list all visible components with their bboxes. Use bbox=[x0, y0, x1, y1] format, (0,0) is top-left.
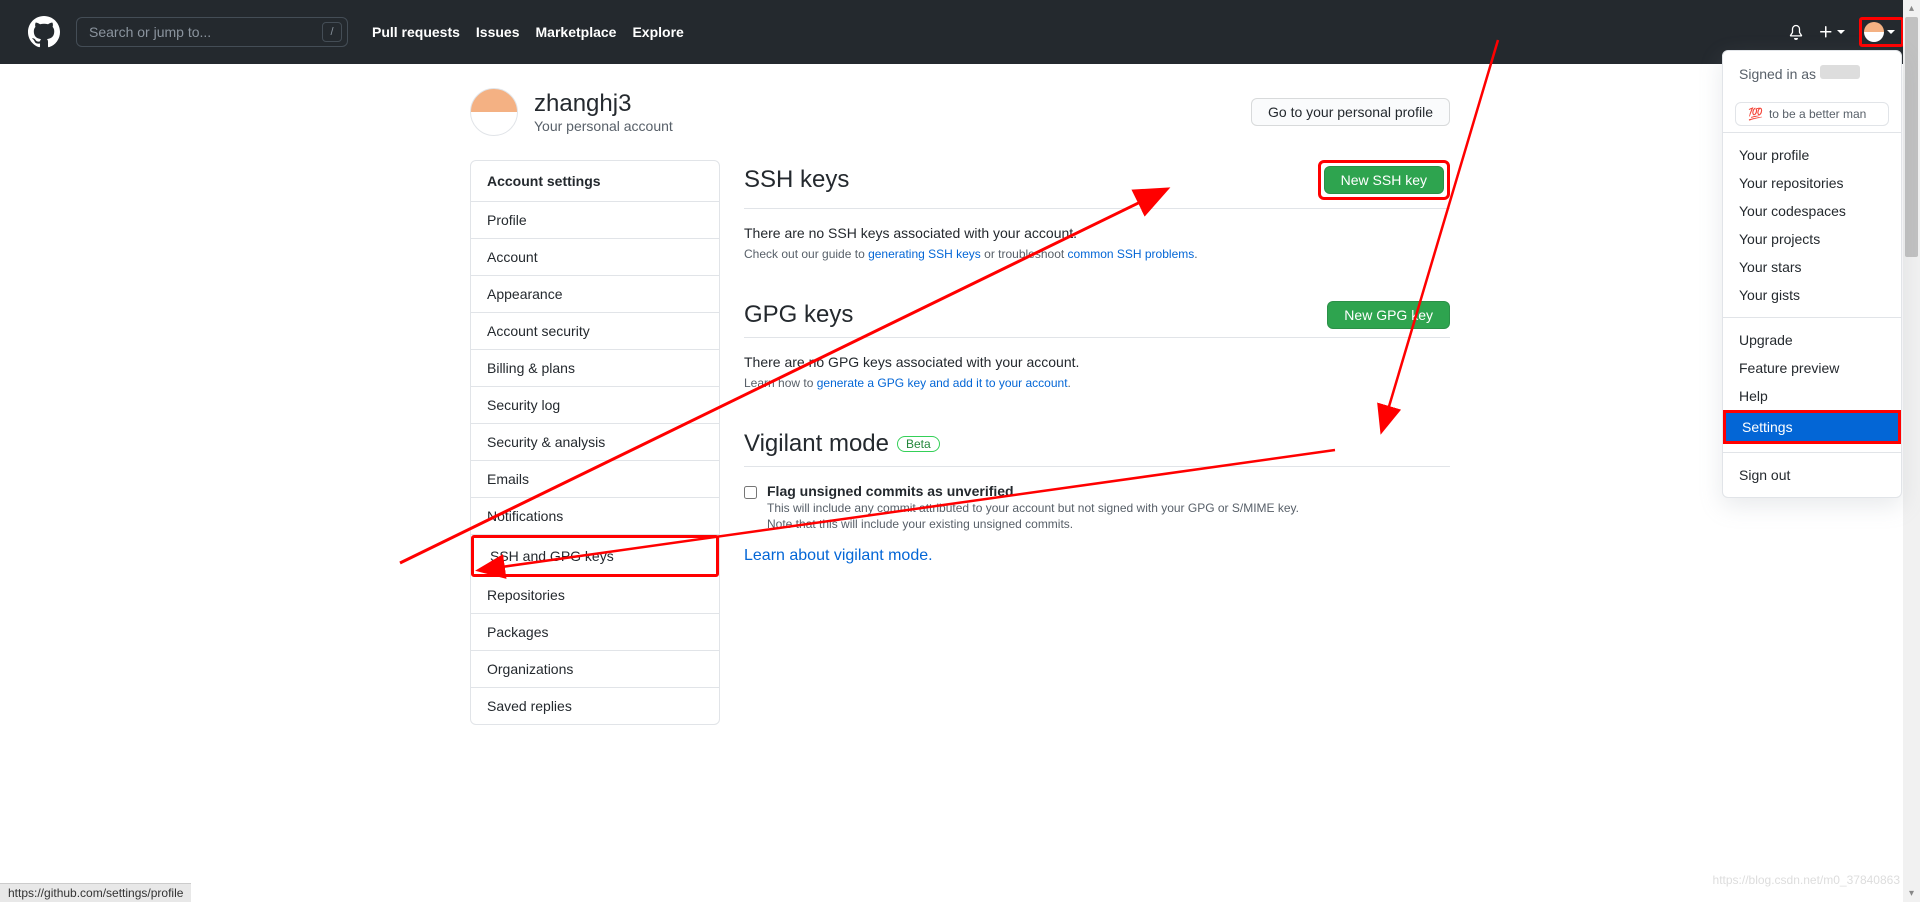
nav-explore[interactable]: Explore bbox=[632, 24, 683, 40]
ssh-guide-text: Check out our guide to generating SSH ke… bbox=[744, 247, 1450, 261]
dropdown-help[interactable]: Help bbox=[1723, 382, 1901, 410]
nav-marketplace[interactable]: Marketplace bbox=[536, 24, 617, 40]
nav-issues[interactable]: Issues bbox=[476, 24, 520, 40]
dropdown-section-c: Sign out bbox=[1723, 453, 1901, 497]
dropdown-your-codespaces[interactable]: Your codespaces bbox=[1723, 197, 1901, 225]
sidebar-item-ssh-and-gpg-keys[interactable]: SSH and GPG keys bbox=[471, 535, 719, 577]
avatar-large bbox=[470, 88, 518, 136]
github-logo-icon[interactable] bbox=[28, 16, 60, 48]
dropdown-settings[interactable]: Settings bbox=[1723, 410, 1901, 444]
user-status[interactable]: 💯 to be a better man bbox=[1735, 102, 1889, 126]
generating-ssh-keys-link[interactable]: generating SSH keys bbox=[868, 247, 981, 261]
dropdown-feature-preview[interactable]: Feature preview bbox=[1723, 354, 1901, 382]
watermark: https://blog.csdn.net/m0_37840863 bbox=[1713, 873, 1900, 887]
vigilant-mode-section: Vigilant mode Beta Flag unsigned commits… bbox=[744, 430, 1450, 565]
username-heading: zhanghj3 bbox=[534, 90, 673, 118]
gpg-title: GPG keys bbox=[744, 301, 853, 329]
dropdown-your-gists[interactable]: Your gists bbox=[1723, 281, 1901, 309]
ssh-empty-text: There are no SSH keys associated with yo… bbox=[744, 225, 1450, 241]
ssh-keys-section: SSH keys New SSH key There are no SSH ke… bbox=[744, 160, 1450, 261]
sidebar-item-security-log[interactable]: Security log bbox=[471, 387, 719, 424]
gpg-empty-text: There are no GPG keys associated with yo… bbox=[744, 354, 1450, 370]
main-content: SSH keys New SSH key There are no SSH ke… bbox=[744, 160, 1450, 605]
beta-badge: Beta bbox=[897, 436, 940, 452]
flag-unsigned-label: Flag unsigned commits as unverified bbox=[767, 483, 1299, 499]
caret-down-icon bbox=[1887, 30, 1895, 34]
settings-sidebar: Account settings ProfileAccountAppearanc… bbox=[470, 160, 720, 725]
avatar-icon bbox=[1864, 22, 1884, 42]
search-input[interactable] bbox=[76, 17, 348, 47]
user-menu-button[interactable] bbox=[1859, 17, 1904, 47]
dropdown-upgrade[interactable]: Upgrade bbox=[1723, 326, 1901, 354]
user-dropdown-menu: Signed in as 💯 to be a better man Your p… bbox=[1722, 50, 1902, 498]
scrollbar[interactable]: ▴ ▾ bbox=[1903, 0, 1920, 902]
learn-vigilant-link[interactable]: Learn about vigilant mode. bbox=[744, 547, 933, 564]
flag-unsigned-desc2: Note that this will include your existin… bbox=[767, 517, 1299, 531]
sidebar-item-saved-replies[interactable]: Saved replies bbox=[471, 688, 719, 724]
blurred-username bbox=[1820, 65, 1860, 79]
dropdown-your-profile[interactable]: Your profile bbox=[1723, 141, 1901, 169]
scroll-up-icon[interactable]: ▴ bbox=[1903, 0, 1920, 17]
sidebar-item-billing-plans[interactable]: Billing & plans bbox=[471, 350, 719, 387]
flag-unsigned-desc1: This will include any commit attributed … bbox=[767, 501, 1299, 515]
status-emoji-icon: 💯 bbox=[1748, 107, 1763, 121]
new-ssh-key-highlight: New SSH key bbox=[1318, 160, 1450, 200]
generate-gpg-key-link[interactable]: generate a GPG key and add it to your ac… bbox=[817, 376, 1068, 390]
signed-in-as-label: Signed in as bbox=[1723, 59, 1901, 88]
dropdown-sign-out[interactable]: Sign out bbox=[1723, 461, 1901, 489]
create-new-dropdown[interactable] bbox=[1818, 24, 1845, 40]
sidebar-item-repositories[interactable]: Repositories bbox=[471, 577, 719, 614]
new-gpg-key-button[interactable]: New GPG key bbox=[1327, 301, 1450, 329]
goto-profile-button[interactable]: Go to your personal profile bbox=[1251, 98, 1450, 126]
sidebar-item-profile[interactable]: Profile bbox=[471, 202, 719, 239]
slash-shortcut-badge: / bbox=[322, 22, 342, 42]
sidebar-item-appearance[interactable]: Appearance bbox=[471, 276, 719, 313]
ssh-title: SSH keys bbox=[744, 166, 849, 194]
sidebar-item-packages[interactable]: Packages bbox=[471, 614, 719, 651]
dropdown-your-repositories[interactable]: Your repositories bbox=[1723, 169, 1901, 197]
gpg-learn-text: Learn how to generate a GPG key and add … bbox=[744, 376, 1450, 390]
sidebar-item-organizations[interactable]: Organizations bbox=[471, 651, 719, 688]
gpg-keys-section: GPG keys New GPG key There are no GPG ke… bbox=[744, 301, 1450, 390]
sidebar-item-security-analysis[interactable]: Security & analysis bbox=[471, 424, 719, 461]
scrollbar-thumb[interactable] bbox=[1905, 17, 1918, 257]
new-ssh-key-button[interactable]: New SSH key bbox=[1324, 166, 1444, 194]
dropdown-section-b: UpgradeFeature previewHelpSettings bbox=[1723, 318, 1901, 452]
dropdown-your-stars[interactable]: Your stars bbox=[1723, 253, 1901, 281]
caret-down-icon bbox=[1837, 30, 1845, 34]
flag-unsigned-checkbox[interactable] bbox=[744, 486, 757, 499]
notifications-icon[interactable] bbox=[1788, 24, 1804, 40]
status-text: to be a better man bbox=[1769, 107, 1866, 121]
account-subtext: Your personal account bbox=[534, 118, 673, 134]
sidebar-header: Account settings bbox=[471, 161, 719, 202]
dropdown-section-a: Your profileYour repositoriesYour codesp… bbox=[1723, 133, 1901, 317]
sidebar-item-account-security[interactable]: Account security bbox=[471, 313, 719, 350]
sidebar-item-notifications[interactable]: Notifications bbox=[471, 498, 719, 535]
vigilant-title: Vigilant mode bbox=[744, 430, 889, 458]
browser-status-bar: https://github.com/settings/profile bbox=[0, 883, 191, 902]
common-ssh-problems-link[interactable]: common SSH problems bbox=[1068, 247, 1195, 261]
sidebar-item-account[interactable]: Account bbox=[471, 239, 719, 276]
scroll-down-icon[interactable]: ▾ bbox=[1903, 885, 1920, 902]
plus-icon bbox=[1818, 24, 1834, 40]
nav-pull-requests[interactable]: Pull requests bbox=[372, 24, 460, 40]
dropdown-your-projects[interactable]: Your projects bbox=[1723, 225, 1901, 253]
sidebar-item-emails[interactable]: Emails bbox=[471, 461, 719, 498]
